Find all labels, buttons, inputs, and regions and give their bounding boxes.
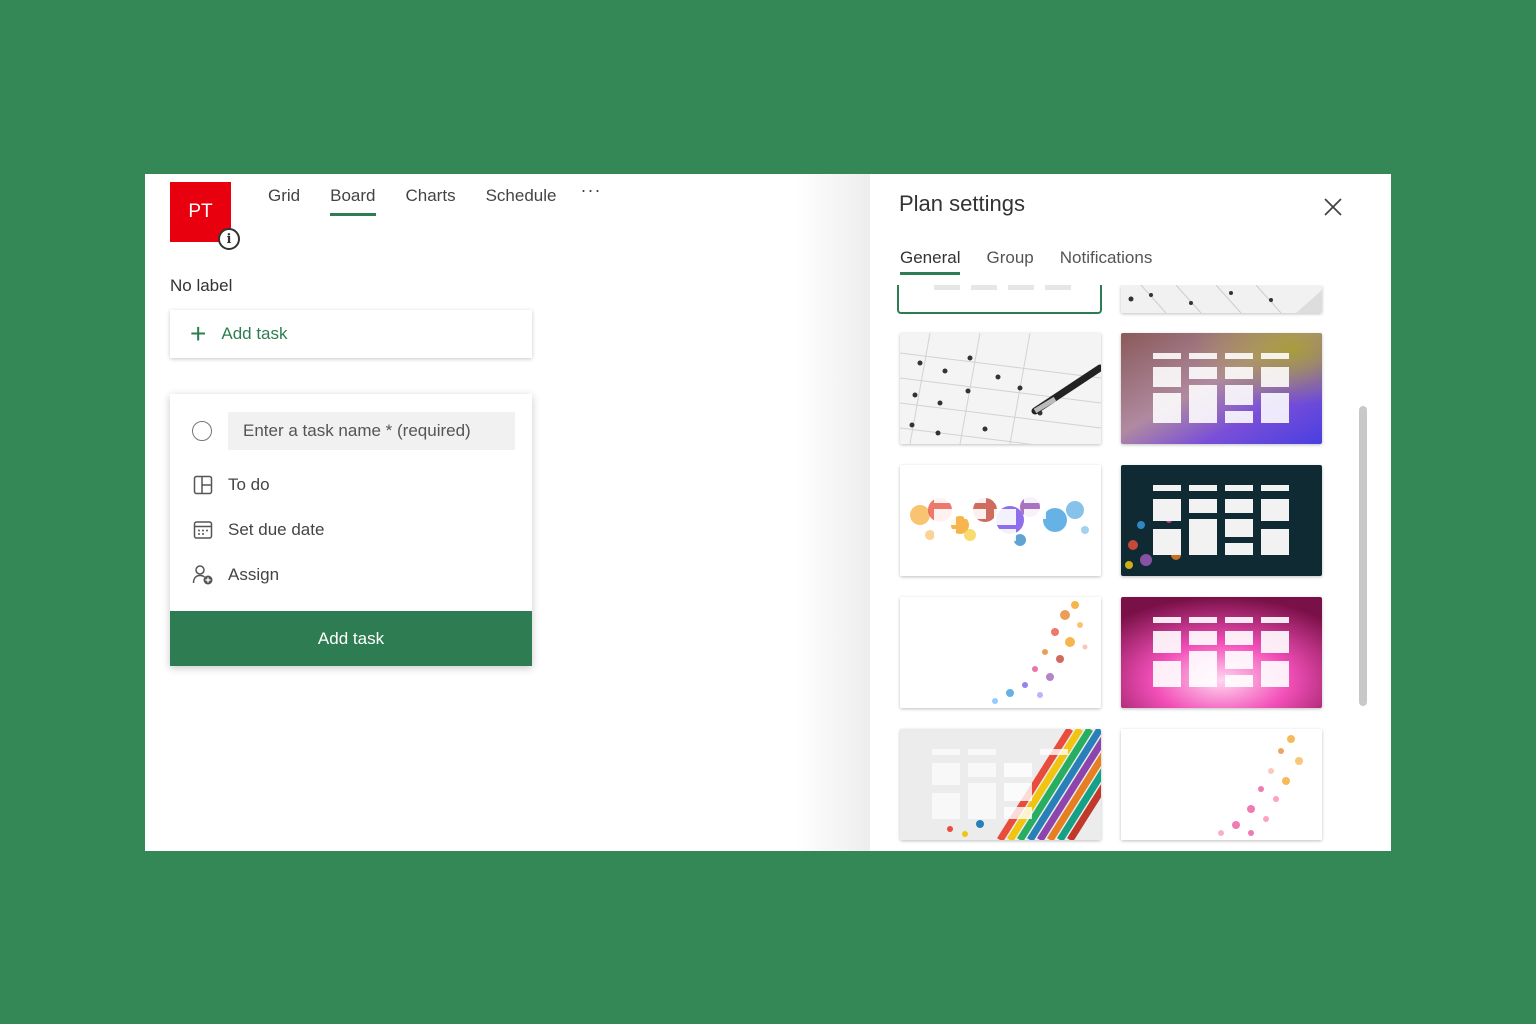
assign-label: Assign — [228, 565, 280, 584]
tab-general[interactable]: General — [900, 248, 961, 275]
panel-title: Plan settings — [899, 191, 1025, 216]
view-tabs: Grid Board Charts Schedule ··· — [268, 180, 601, 216]
assign-person-icon — [192, 564, 214, 586]
task-name-input[interactable] — [228, 412, 515, 450]
bucket-picker[interactable]: To do — [192, 474, 270, 496]
more-options-icon[interactable]: ··· — [580, 180, 601, 216]
settings-tabs: General Group Notifications — [900, 248, 1152, 275]
bucket-picker-label: To do — [228, 475, 270, 494]
new-task-card: To do Set due date Assign Add task — [170, 394, 532, 666]
calendar-icon — [192, 519, 214, 541]
background-thumb-plain[interactable] — [897, 285, 1102, 314]
tab-notifications[interactable]: Notifications — [1060, 248, 1153, 275]
background-thumb-pink[interactable] — [1121, 597, 1322, 708]
complete-task-radio[interactable] — [192, 421, 212, 441]
tab-charts[interactable]: Charts — [406, 186, 456, 216]
gallery-scrollbar[interactable] — [1359, 406, 1367, 706]
background-thumb-exam-top[interactable] — [1121, 285, 1322, 313]
add-task-bar[interactable]: + Add task — [170, 310, 532, 358]
add-task-button[interactable]: Add task — [170, 611, 532, 666]
tab-grid[interactable]: Grid — [268, 186, 300, 216]
due-date-picker[interactable]: Set due date — [192, 519, 324, 541]
background-thumb-purple[interactable] — [1121, 333, 1322, 444]
bucket-label: No label — [170, 276, 233, 295]
tab-board[interactable]: Board — [330, 186, 376, 216]
background-thumb-orange-dots[interactable] — [900, 597, 1101, 708]
background-thumb-paint-splash[interactable] — [900, 465, 1101, 576]
background-thumb-stripes[interactable] — [900, 729, 1101, 840]
plan-settings-panel: Plan settings General Group Notification… — [870, 174, 1391, 851]
due-date-label: Set due date — [228, 520, 325, 539]
bucket-icon — [192, 474, 214, 496]
planner-window: PT i Grid Board Charts Schedule ··· No l… — [145, 174, 1391, 851]
tab-schedule[interactable]: Schedule — [486, 186, 557, 216]
plan-initials: PT — [188, 201, 213, 222]
plus-icon: + — [190, 318, 207, 349]
background-thumb-pink-dots[interactable] — [1121, 729, 1322, 840]
assign-picker[interactable]: Assign — [192, 564, 279, 586]
info-icon[interactable]: i — [218, 228, 240, 250]
add-task-link: Add task — [221, 324, 288, 343]
close-icon[interactable] — [1322, 196, 1344, 218]
panel-shadow — [795, 174, 870, 851]
tab-group[interactable]: Group — [986, 248, 1033, 275]
background-thumb-dark-teal[interactable] — [1121, 465, 1322, 576]
background-gallery — [870, 285, 1391, 851]
background-thumb-exam-pen[interactable] — [900, 333, 1101, 444]
